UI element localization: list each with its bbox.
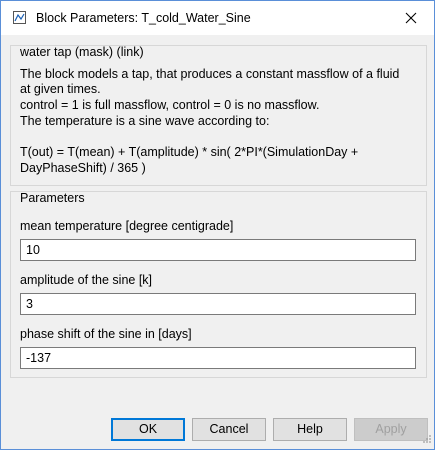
ok-button[interactable]: OK: [111, 418, 185, 441]
title-bar[interactable]: Block Parameters: T_cold_Water_Sine: [1, 1, 434, 35]
description-line: control = 1 is full massflow, control = …: [20, 98, 320, 112]
phase-shift-input[interactable]: [20, 347, 416, 369]
amplitude-label: amplitude of the sine [k]: [20, 273, 153, 287]
formula-line: T(out) = T(mean) + T(amplitude) * sin( 2…: [20, 145, 359, 159]
parameters-group-title: Parameters: [20, 191, 85, 205]
close-icon: [405, 12, 417, 24]
mask-group-title: water tap (mask) (link): [20, 45, 144, 59]
apply-button: Apply: [354, 418, 428, 441]
close-button[interactable]: [388, 1, 434, 35]
mask-description-group: water tap (mask) (link) The block models…: [10, 45, 427, 186]
description-line: The temperature is a sine wave according…: [20, 114, 270, 128]
cancel-button[interactable]: Cancel: [192, 418, 266, 441]
phase-shift-label: phase shift of the sine in [days]: [20, 327, 192, 341]
window-title: Block Parameters: T_cold_Water_Sine: [36, 11, 251, 25]
mean-temperature-label: mean temperature [degree centigrade]: [20, 219, 234, 233]
amplitude-input[interactable]: [20, 293, 416, 315]
simulink-block-icon: [13, 11, 26, 24]
description-line: at given times.: [20, 82, 101, 96]
formula-line: DayPhaseShift) / 365 ): [20, 161, 146, 175]
resize-grip-icon[interactable]: [422, 433, 432, 447]
help-button[interactable]: Help: [273, 418, 347, 441]
mean-temperature-input[interactable]: [20, 239, 416, 261]
block-parameters-dialog: Block Parameters: T_cold_Water_Sine wate…: [0, 0, 435, 450]
description-line: The block models a tap, that produces a …: [20, 67, 400, 81]
